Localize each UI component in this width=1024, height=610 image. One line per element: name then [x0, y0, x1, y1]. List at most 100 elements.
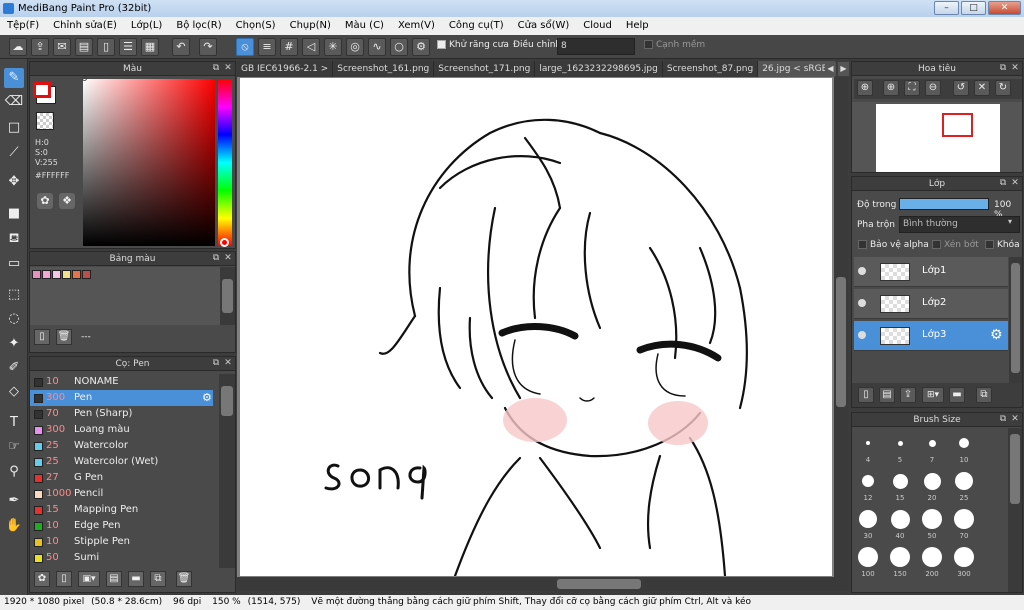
- navigator-thumbnail[interactable]: [876, 104, 1000, 172]
- protect-alpha-checkbox[interactable]: [858, 240, 867, 249]
- palette-swatch[interactable]: [52, 270, 61, 279]
- opacity-slider[interactable]: [899, 198, 989, 210]
- import-layer-icon[interactable]: ⇪: [900, 387, 916, 403]
- brush-size-cell[interactable]: 4: [852, 429, 884, 465]
- color-picker-icon[interactable]: ❖: [59, 193, 75, 209]
- grid-icon[interactable]: ▦: [141, 38, 159, 56]
- brush-doc-icon[interactable]: ▤: [106, 571, 122, 587]
- brush-item[interactable]: 300 Loang màu: [30, 422, 213, 438]
- folder-icon[interactable]: ▬: [128, 571, 144, 587]
- float-icon[interactable]: ⧉: [998, 414, 1008, 424]
- tab-doc-2[interactable]: Screenshot_161.png: [333, 61, 435, 77]
- palette-swatch[interactable]: [82, 270, 91, 279]
- perspective-snap-icon[interactable]: ◁: [302, 38, 320, 56]
- menu-view[interactable]: Xem(V): [391, 17, 442, 35]
- duplicate-icon[interactable]: ⧉: [150, 571, 166, 587]
- canvas-horizontal-scrollbar[interactable]: [237, 577, 848, 591]
- close-icon[interactable]: ✕: [1010, 63, 1020, 73]
- layer-scrollbar[interactable]: [1009, 257, 1022, 385]
- select-eraser-tool-icon[interactable]: ◇: [4, 382, 24, 402]
- brush-size-cell[interactable]: 12: [852, 467, 884, 503]
- menu-select[interactable]: Chọn(S): [229, 17, 283, 35]
- close-icon[interactable]: ✕: [223, 253, 233, 263]
- tab-scroll-right-icon[interactable]: ▶: [838, 62, 849, 76]
- fill-rect-tool-icon[interactable]: ■: [4, 204, 24, 224]
- menu-snap[interactable]: Chụp(N): [283, 17, 338, 35]
- line-tool-icon[interactable]: ⟋: [4, 143, 24, 163]
- brush-settings-gear-icon[interactable]: ⚙: [202, 390, 212, 406]
- close-icon[interactable]: ✕: [1010, 414, 1020, 424]
- chat-icon[interactable]: ✉: [53, 38, 71, 56]
- operation-tool-icon[interactable]: ☞: [4, 437, 24, 457]
- menu-color[interactable]: Màu (C): [338, 17, 391, 35]
- layer-row[interactable]: Lớp1: [854, 257, 1008, 287]
- palette-scrollbar[interactable]: [220, 267, 235, 325]
- foreground-color-swatch[interactable]: [33, 82, 51, 98]
- brush-size-cell[interactable]: 50: [916, 505, 948, 541]
- brush-item[interactable]: 27 G Pen: [30, 470, 213, 486]
- layer-row[interactable]: Lớp2: [854, 289, 1008, 319]
- zoom-fit-icon[interactable]: ⊕: [857, 80, 873, 96]
- float-icon[interactable]: ⧉: [998, 63, 1008, 73]
- brush-size-cell[interactable]: 25: [948, 467, 980, 503]
- tab-doc-4[interactable]: large_1623232298695.jpg: [535, 61, 663, 77]
- parallel-snap-icon[interactable]: ≡: [258, 38, 276, 56]
- redo-icon[interactable]: ↷: [199, 38, 217, 56]
- brush-size-cell[interactable]: 40: [884, 505, 916, 541]
- magic-wand-tool-icon[interactable]: ✦: [4, 334, 24, 354]
- share-icon[interactable]: ⇪: [31, 38, 49, 56]
- brush-item[interactable]: 15 Mapping Pen: [30, 502, 213, 518]
- eye-icon[interactable]: [858, 299, 866, 307]
- close-icon[interactable]: ✕: [1010, 178, 1020, 188]
- eraser-tool-icon[interactable]: ⌫: [4, 92, 24, 112]
- menu-file[interactable]: Tệp(F): [0, 17, 46, 35]
- no-snap-icon[interactable]: ⦸: [236, 38, 254, 56]
- brush-scrollbar[interactable]: [219, 374, 235, 568]
- float-icon[interactable]: ⧉: [998, 178, 1008, 188]
- hand-tool-icon[interactable]: ✋: [4, 516, 24, 536]
- duplicate-layer-icon[interactable]: ⧉: [976, 387, 992, 403]
- brush-size-cell[interactable]: 30: [852, 505, 884, 541]
- canvas-vertical-scrollbar[interactable]: [834, 77, 848, 577]
- new-brush-icon[interactable]: ▯: [56, 571, 72, 587]
- trash-icon[interactable]: 🗑: [176, 571, 192, 587]
- close-button[interactable]: ✕: [988, 1, 1021, 15]
- zoom-in-icon[interactable]: ⊕: [883, 80, 899, 96]
- layer-row[interactable]: Lớp3 ⚙: [854, 321, 1008, 351]
- brush-item[interactable]: 1000 Pencil: [30, 486, 213, 502]
- brush-item[interactable]: 25 Watercolor: [30, 438, 213, 454]
- close-icon[interactable]: ✕: [223, 63, 233, 73]
- brush-item[interactable]: 10 NONAME: [30, 374, 213, 390]
- adjust-select[interactable]: 8: [557, 38, 635, 55]
- rotate-right-icon[interactable]: ↻: [995, 80, 1011, 96]
- palette-swatch[interactable]: [72, 270, 81, 279]
- palette-swatch[interactable]: [32, 270, 41, 279]
- reset-view-icon[interactable]: ✕: [974, 80, 990, 96]
- trash-icon[interactable]: 🗑: [56, 329, 72, 345]
- lock-checkbox[interactable]: [985, 240, 994, 249]
- antialias-checkbox[interactable]: [437, 40, 446, 49]
- comment-icon[interactable]: ▤: [75, 38, 93, 56]
- menu-filter[interactable]: Bộ lọc(R): [169, 17, 228, 35]
- brush-size-cell[interactable]: 7: [916, 429, 948, 465]
- palette-swatch[interactable]: [62, 270, 71, 279]
- eyedropper-tool-icon[interactable]: ✒: [4, 491, 24, 511]
- transparent-color-swatch[interactable]: [36, 112, 54, 130]
- maximize-button[interactable]: □: [961, 1, 986, 15]
- select-pen-tool-icon[interactable]: ✐: [4, 358, 24, 378]
- circle-snap-icon[interactable]: ◎: [346, 38, 364, 56]
- eye-icon[interactable]: [858, 331, 866, 339]
- float-icon[interactable]: ⧉: [211, 253, 221, 263]
- dropper-tool-icon[interactable]: ⚲: [4, 462, 24, 482]
- brush-size-cell[interactable]: 5: [884, 429, 916, 465]
- bucket-tool-icon[interactable]: ⛾: [4, 229, 24, 249]
- horizontal-scroll-thumb[interactable]: [557, 579, 641, 589]
- brush-settings-icon[interactable]: ✿: [34, 571, 50, 587]
- page-icon[interactable]: ▯: [97, 38, 115, 56]
- folder-icon[interactable]: ▬: [949, 387, 965, 403]
- select-rect-tool-icon[interactable]: ⬚: [4, 285, 24, 305]
- drawing-canvas[interactable]: song: [240, 78, 832, 576]
- curve-snap-icon[interactable]: ∿: [368, 38, 386, 56]
- rectangle-tool-icon[interactable]: □: [4, 118, 24, 138]
- tab-doc-6[interactable]: 26.jpg < sRGB IEC61966-2.1 >: [758, 61, 835, 77]
